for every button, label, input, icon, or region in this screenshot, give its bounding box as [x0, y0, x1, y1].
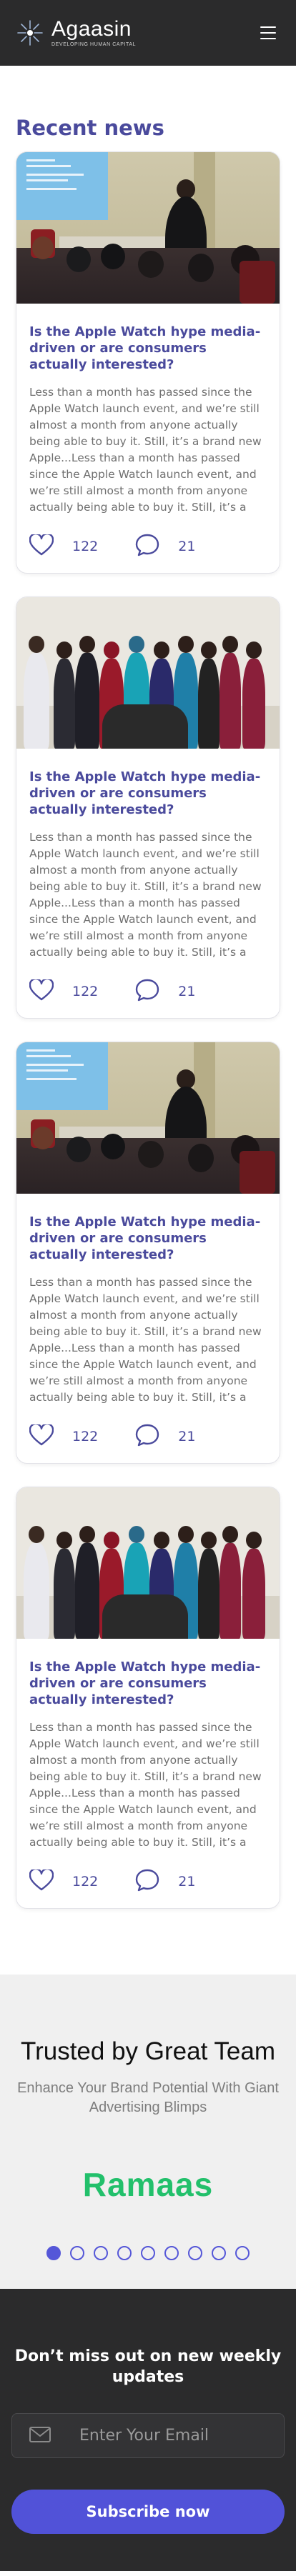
- comment-button[interactable]: 21: [135, 1869, 195, 1894]
- like-button[interactable]: 122: [29, 1422, 99, 1449]
- carousel-dot[interactable]: [212, 2246, 226, 2260]
- trusted-section: Trusted by Great Team Enhance Your Brand…: [0, 1975, 296, 2289]
- news-card[interactable]: Is the Apple Watch hype media-driven or …: [16, 151, 280, 574]
- heart-icon: [29, 1422, 54, 1449]
- trusted-title: Trusted by Great Team: [21, 2037, 275, 2065]
- news-card-actions: 122 21: [29, 977, 267, 1004]
- news-card[interactable]: Is the Apple Watch hype media-driven or …: [16, 596, 280, 1019]
- comment-button[interactable]: 21: [135, 979, 195, 1004]
- carousel-dot[interactable]: [141, 2246, 155, 2260]
- news-card-title[interactable]: Is the Apple Watch hype media-driven or …: [29, 769, 267, 818]
- newsletter-section: Don’t miss out on new weekly updates Sub…: [0, 2289, 296, 2571]
- brand-logo[interactable]: Agaasin DEVELOPING HUMAN CAPITAL: [16, 19, 136, 47]
- comment-count: 21: [178, 984, 196, 999]
- news-card-actions: 122 21: [29, 532, 267, 559]
- comment-icon: [135, 1424, 159, 1449]
- projector-screen: [16, 1042, 108, 1110]
- comment-icon: [135, 534, 159, 559]
- comment-count: 21: [178, 1429, 196, 1444]
- like-count: 122: [72, 539, 99, 554]
- trusted-subtitle: Enhance Your Brand Potential With Giant …: [17, 2080, 279, 2115]
- carousel-dot[interactable]: [188, 2246, 202, 2260]
- email-field-container[interactable]: [11, 2413, 285, 2458]
- carousel-dot[interactable]: [70, 2246, 84, 2260]
- carousel-dot[interactable]: [94, 2246, 108, 2260]
- news-card-image[interactable]: [16, 1042, 280, 1194]
- news-card[interactable]: Is the Apple Watch hype media-driven or …: [16, 1487, 280, 1909]
- envelope-icon: [29, 2426, 51, 2445]
- like-count: 122: [72, 984, 99, 999]
- projector-screen: [16, 152, 108, 220]
- news-card-excerpt: Less than a month has passed since the A…: [29, 386, 262, 514]
- partner-logo-text: Ramaas: [82, 2166, 214, 2203]
- subscribe-button[interactable]: Subscribe now: [11, 2490, 285, 2534]
- carousel-dot[interactable]: [235, 2246, 250, 2260]
- comment-button[interactable]: 21: [135, 1424, 195, 1449]
- like-button[interactable]: 122: [29, 1867, 99, 1894]
- comment-icon: [135, 1869, 159, 1894]
- carousel-dot[interactable]: [164, 2246, 179, 2260]
- news-card-excerpt: Less than a month has passed since the A…: [29, 831, 262, 959]
- news-card-image[interactable]: [16, 597, 280, 749]
- site-header: Agaasin DEVELOPING HUMAN CAPITAL: [0, 0, 296, 66]
- news-card-title[interactable]: Is the Apple Watch hype media-driven or …: [29, 1214, 267, 1263]
- hamburger-icon[interactable]: [260, 26, 276, 39]
- carousel-dots: [14, 2246, 282, 2260]
- news-card[interactable]: Is the Apple Watch hype media-driven or …: [16, 1042, 280, 1464]
- carousel-dot[interactable]: [117, 2246, 132, 2260]
- heart-icon: [29, 1867, 54, 1894]
- news-card-image[interactable]: [16, 152, 280, 304]
- comment-icon: [135, 979, 159, 1004]
- recent-news-section: Recent news Is the Apple Watch hype medi…: [0, 66, 296, 1975]
- brand-tagline: DEVELOPING HUMAN CAPITAL: [51, 42, 137, 47]
- news-card-title[interactable]: Is the Apple Watch hype media-driven or …: [29, 324, 267, 373]
- news-card-excerpt: Less than a month has passed since the A…: [29, 1276, 262, 1404]
- like-count: 122: [72, 1874, 99, 1889]
- heart-icon: [29, 532, 54, 559]
- email-input[interactable]: [79, 2427, 275, 2445]
- comment-button[interactable]: 21: [135, 534, 195, 559]
- newsletter-title: Don’t miss out on new weekly updates: [14, 2347, 282, 2386]
- like-count: 122: [72, 1429, 99, 1444]
- section-title: Recent news: [16, 116, 164, 140]
- like-button[interactable]: 122: [29, 532, 99, 559]
- comment-count: 21: [178, 539, 196, 554]
- partner-logo: Ramaas: [14, 2163, 282, 2206]
- logo-star-icon: [16, 19, 44, 47]
- news-card-title[interactable]: Is the Apple Watch hype media-driven or …: [29, 1659, 267, 1708]
- carousel-dot[interactable]: [46, 2246, 61, 2260]
- brand-name: Agaasin: [51, 17, 132, 41]
- heart-icon: [29, 977, 54, 1004]
- news-card-actions: 122 21: [29, 1422, 267, 1449]
- like-button[interactable]: 122: [29, 977, 99, 1004]
- news-card-actions: 122 21: [29, 1867, 267, 1894]
- comment-count: 21: [178, 1874, 196, 1889]
- news-card-image[interactable]: [16, 1487, 280, 1639]
- news-card-excerpt: Less than a month has passed since the A…: [29, 1721, 262, 1849]
